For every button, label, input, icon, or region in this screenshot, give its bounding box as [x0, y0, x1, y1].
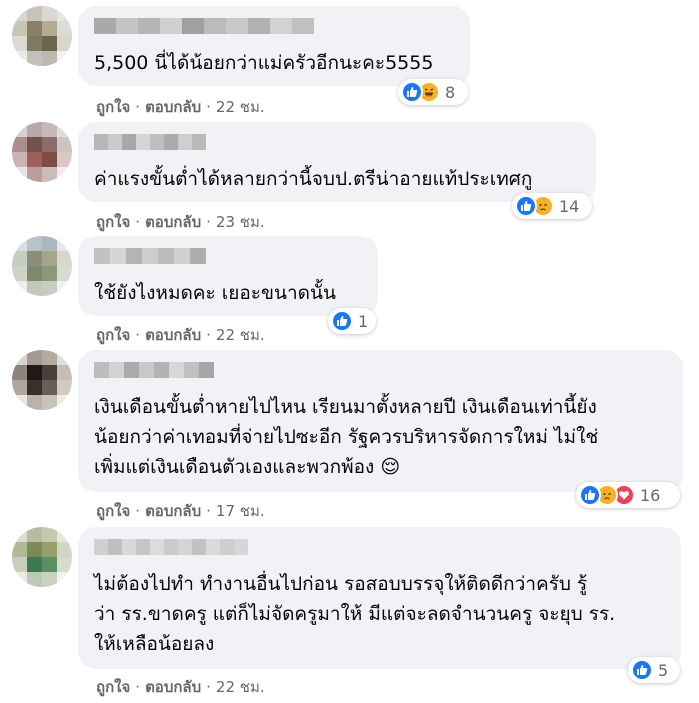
reaction-count: 16: [640, 485, 661, 505]
comment-text: ค่าแรงขั้นต่ำได้หลายกว่านี้จบป.ตรีน่าอาย…: [94, 168, 533, 190]
like-link[interactable]: ถูกใจ: [96, 98, 130, 116]
avatar[interactable]: [12, 350, 72, 410]
reply-link[interactable]: ตอบกลับ: [145, 326, 201, 344]
comment-text: ไม่ต้องไปทำ ทำงานอื่นไปก่อน รอสอบบรรจุให…: [94, 573, 616, 655]
reaction-count: 1: [358, 311, 369, 331]
commenter-name-blurred[interactable]: [94, 362, 669, 378]
avatar[interactable]: [12, 122, 72, 182]
like-link[interactable]: ถูกใจ: [96, 213, 130, 231]
like-icon: [401, 81, 423, 103]
avatar[interactable]: [12, 236, 72, 296]
avatar[interactable]: [12, 6, 72, 66]
reply-link[interactable]: ตอบกลับ: [145, 98, 201, 116]
timestamp[interactable]: 23 ชม.: [216, 213, 265, 231]
like-link[interactable]: ถูกใจ: [96, 678, 130, 696]
comment-actions: ถูกใจ · ตอบกลับ · 22 ชม.: [96, 326, 265, 344]
comment-actions: ถูกใจ · ตอบกลับ · 22 ชม.: [96, 678, 265, 696]
reaction-summary[interactable]: 1: [328, 308, 376, 334]
like-icon: [579, 484, 601, 506]
like-link[interactable]: ถูกใจ: [96, 326, 130, 344]
reaction-count: 14: [559, 196, 580, 216]
like-icon: [515, 195, 537, 217]
reaction-summary[interactable]: 8: [398, 79, 468, 105]
comment-actions: ถูกใจ · ตอบกลับ · 22 ชม.: [96, 98, 265, 116]
comment-bubble: ค่าแรงขั้นต่ำได้หลายกว่านี้จบป.ตรีน่าอาย…: [78, 122, 596, 202]
reply-link[interactable]: ตอบกลับ: [145, 502, 201, 520]
like-link[interactable]: ถูกใจ: [96, 502, 130, 520]
comment-bubble: 5,500 นี่ได้น้อยกว่าแม่ครัวอีกนะคะ5555: [78, 6, 470, 86]
reaction-summary[interactable]: 14: [512, 193, 592, 219]
comment-text: 5,500 นี่ได้น้อยกว่าแม่ครัวอีกนะคะ5555: [94, 52, 434, 74]
comment-text: เงินเดือนขั้นต่ำหายไปไหน เรียนมาตั้งหลาย…: [94, 396, 599, 478]
reply-link[interactable]: ตอบกลับ: [145, 678, 201, 696]
reaction-count: 5: [658, 660, 669, 680]
reaction-summary[interactable]: 5: [628, 657, 680, 683]
avatar[interactable]: [12, 527, 72, 587]
commenter-name-blurred[interactable]: [94, 134, 582, 150]
reaction-count: 8: [445, 82, 456, 102]
comment-actions: ถูกใจ · ตอบกลับ · 23 ชม.: [96, 213, 265, 231]
like-icon: [631, 659, 653, 681]
timestamp[interactable]: 22 ชม.: [216, 678, 265, 696]
commenter-name-blurred[interactable]: [94, 248, 364, 264]
comment-bubble: ใช้ยังไงหมดคะ เยอะขนาดนั้น: [78, 236, 378, 316]
reply-link[interactable]: ตอบกลับ: [145, 213, 201, 231]
commenter-name-blurred[interactable]: [94, 539, 667, 555]
timestamp[interactable]: 22 ชม.: [216, 98, 265, 116]
commenter-name-blurred[interactable]: [94, 18, 456, 34]
comment-text: ใช้ยังไงหมดคะ เยอะขนาดนั้น: [94, 282, 336, 304]
like-icon: [331, 310, 353, 332]
comment-bubble: ไม่ต้องไปทำ ทำงานอื่นไปก่อน รอสอบบรรจุให…: [78, 527, 681, 669]
comment-actions: ถูกใจ · ตอบกลับ · 17 ชม.: [96, 502, 265, 520]
comment-bubble: เงินเดือนขั้นต่ำหายไปไหน เรียนมาตั้งหลาย…: [78, 350, 683, 492]
reaction-summary[interactable]: 16: [576, 482, 680, 508]
timestamp[interactable]: 22 ชม.: [216, 326, 265, 344]
timestamp[interactable]: 17 ชม.: [216, 502, 265, 520]
